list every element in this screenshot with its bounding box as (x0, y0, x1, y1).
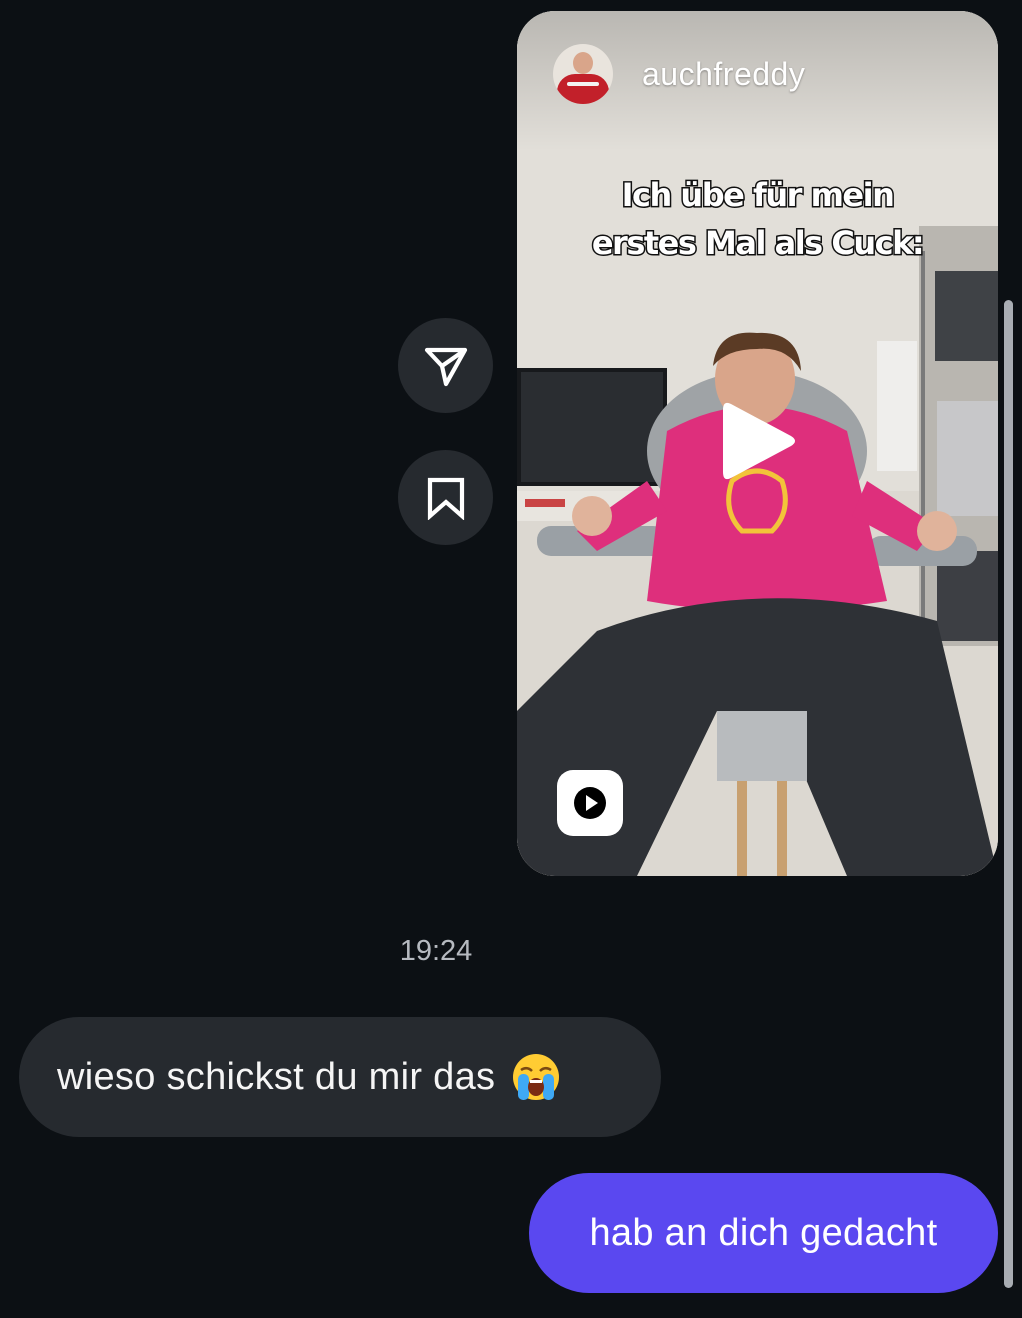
outgoing-message-text: hab an dich gedacht (589, 1211, 938, 1254)
reel-caption-line-2: erstes Mal als Cuck: (590, 223, 926, 264)
chat-screen: auchfreddy Ich übe für mein erstes Mal a… (0, 0, 1022, 1318)
outgoing-message-bubble[interactable]: hab an dich gedacht (529, 1173, 998, 1293)
incoming-message-bubble[interactable]: wieso schickst du mir das (19, 1017, 661, 1137)
reel-header: auchfreddy (553, 44, 805, 104)
play-icon[interactable] (719, 396, 799, 486)
avatar[interactable] (553, 44, 613, 104)
reel-caption: Ich übe für mein erstes Mal als Cuck: (517, 171, 998, 267)
shared-reel-card[interactable]: auchfreddy Ich übe für mein erstes Mal a… (517, 11, 998, 876)
share-button[interactable] (398, 318, 493, 413)
scrollbar[interactable] (1004, 300, 1013, 1288)
send-icon (424, 347, 467, 386)
bookmark-icon (427, 477, 464, 520)
reels-icon (557, 770, 623, 836)
reel-username[interactable]: auchfreddy (642, 56, 805, 93)
incoming-message-text: wieso schickst du mir das (57, 1055, 496, 1098)
save-button[interactable] (398, 450, 493, 545)
reel-caption-line-1: Ich übe für mein (620, 175, 896, 216)
loudly-crying-face-icon (511, 1052, 561, 1102)
message-timestamp: 19:24 (399, 935, 473, 967)
